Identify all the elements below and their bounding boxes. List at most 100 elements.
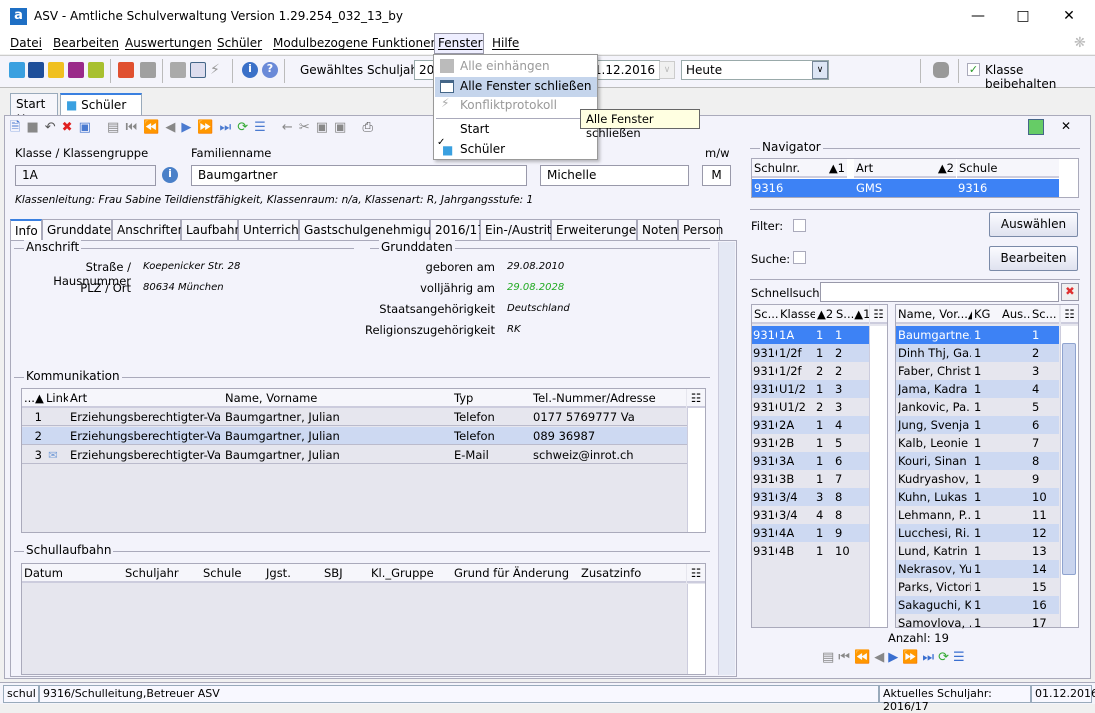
klasse-row[interactable]: 93162A 14 (752, 416, 869, 434)
column-chooser-icon[interactable]: ☷ (687, 564, 705, 583)
delete-icon[interactable]: ✖ (62, 120, 79, 135)
klasse-row[interactable]: 93163/4 38 (752, 488, 869, 506)
save-icon[interactable]: ■ (26, 120, 44, 135)
copy-icon[interactable]: ▣ (316, 120, 334, 135)
schueler-row[interactable]: Kuhn, Lukas 1 10 (896, 488, 1059, 506)
col-header[interactable]: Grund für Änderung (452, 564, 579, 583)
prev-icon[interactable]: ◀ (165, 120, 181, 135)
tab-info[interactable]: Info (10, 219, 42, 242)
schueler-row[interactable]: Samovlova, ...1 17 (896, 614, 1059, 632)
classes-icon[interactable] (48, 62, 64, 78)
col-header[interactable]: Kl._Gruppe (369, 564, 452, 583)
schueler-row[interactable]: Faber, Christ...1 3 (896, 362, 1059, 380)
col-header[interactable]: Typ (452, 389, 531, 408)
col-header[interactable]: Link (44, 389, 68, 408)
menu-modulbezogene-funktionen[interactable]: Modulbezogene Funktionen (273, 36, 438, 50)
klasse-row[interactable]: 93163B 17 (752, 470, 869, 488)
menu-hilfe[interactable]: Hilfe (492, 36, 519, 50)
schueler-row[interactable]: Jama, Kadra ...1 4 (896, 380, 1059, 398)
teachers-icon[interactable] (28, 62, 44, 78)
klasse-row[interactable]: 9316U1/2 13 (752, 380, 869, 398)
kommunikation-row[interactable]: 3 ✉ Erziehungsberechtigter-Vater Baumgartne… (22, 446, 687, 464)
col-schulnr[interactable]: Schulnr. ▲1 (752, 159, 847, 178)
filter-checkbox[interactable] (793, 219, 806, 232)
schueler-row[interactable]: Kouri, Sinan ...1 8 (896, 452, 1059, 470)
geschlecht-field[interactable]: M (702, 165, 731, 186)
print-icon[interactable]: ⎙ (362, 120, 378, 135)
details-icon[interactable]: ☰ (254, 120, 272, 135)
maximize-button[interactable]: □ (1000, 4, 1046, 28)
menu-datei[interactable]: Datei (10, 36, 42, 50)
col-header[interactable]: ...▲ (22, 389, 44, 408)
schule-row[interactable]: 9316 GMS 9316 (752, 179, 1059, 197)
list-icon[interactable]: ▤ (822, 650, 838, 665)
menu-auswertungen[interactable]: Auswertungen (125, 36, 212, 50)
help-icon[interactable]: ? (262, 62, 278, 78)
bearbeiten-button[interactable]: Bearbeiten (989, 246, 1078, 271)
kommunikation-row[interactable]: 1 Erziehungsberechtigter-Vater Baumgartner… (22, 408, 687, 426)
column-chooser-icon[interactable]: ☷ (870, 305, 887, 324)
tab-schueler[interactable]: ■ Schüler ✕ (60, 93, 142, 126)
fast-forward-icon[interactable]: ⏩ (197, 120, 219, 135)
refresh-navigator-icon[interactable] (1028, 119, 1044, 135)
menu-bearbeiten[interactable]: Bearbeiten (53, 36, 119, 50)
lock-icon[interactable] (933, 62, 949, 78)
new-record-icon[interactable]: 🗎 (10, 120, 26, 135)
schueler-row[interactable]: Nekrasov, Yuri1 14 (896, 560, 1059, 578)
fast-back-icon[interactable]: ⏪ (143, 120, 165, 135)
next-icon[interactable]: ▶ (181, 120, 197, 135)
col-header[interactable]: Sc... (752, 305, 778, 324)
col-header[interactable]: KG (972, 305, 1000, 324)
menu-item-alle-einhaengen[interactable]: Alle einhängen (435, 57, 597, 77)
schueler-row[interactable]: Parks, Victoria1 15 (896, 578, 1059, 596)
col-header[interactable]: Schule (201, 564, 264, 583)
klasse-field[interactable]: 1A (15, 165, 156, 186)
tab-gastschulgenehmigung[interactable]: Gastschulgenehmigung (299, 219, 446, 241)
fast-back-icon[interactable]: ⏪ (854, 650, 874, 665)
col-header[interactable]: Name, Vor...▲ (896, 305, 972, 324)
printer-list-icon[interactable] (140, 62, 156, 78)
scrollbar-thumb[interactable] (1062, 343, 1076, 575)
lightning-icon[interactable]: ⚡ (210, 62, 226, 78)
auswaehlen-button[interactable]: Auswählen (989, 212, 1078, 237)
familienname-field[interactable]: Baumgartner (191, 165, 527, 186)
klasse-beibehalten-checkbox[interactable]: ✓ (967, 63, 980, 76)
menu-fenster[interactable]: Fenster (438, 36, 483, 50)
date-dropdown-icon[interactable]: ∨ (659, 61, 675, 79)
col-header[interactable]: Art (68, 389, 223, 408)
col-schule[interactable]: Schule (957, 159, 1059, 178)
tab-anschriften[interactable]: Anschriften (112, 219, 185, 241)
tab-noten[interactable]: Noten (637, 219, 678, 241)
undo-icon[interactable]: ↶ (45, 120, 62, 135)
menu-item-konfliktprotokoll[interactable]: ⚡ Konfliktprotokoll (435, 96, 597, 116)
klasse-row[interactable]: 93164A 19 (752, 524, 869, 542)
column-chooser-icon[interactable]: ☷ (1061, 305, 1078, 324)
kommunikation-scrollbar[interactable] (687, 408, 705, 532)
tab-ein-austritt[interactable]: Ein-/Austritt (480, 219, 556, 241)
schueler-row[interactable]: Jankovic, Pa... 1 5 (896, 398, 1059, 416)
menu-item-alle-fenster-schliessen[interactable]: Alle Fenster schließen (435, 77, 597, 97)
paste-icon[interactable]: ▣ (334, 120, 352, 135)
klasse-row[interactable]: 93162B 15 (752, 434, 869, 452)
details-icon[interactable]: ☰ (953, 650, 969, 665)
tab-grunddaten[interactable]: Grunddaten (42, 219, 119, 241)
klasse-info-icon[interactable]: i (162, 167, 178, 183)
suche-checkbox[interactable] (793, 251, 806, 264)
schueler-row[interactable]: Lehmann, P... 1 11 (896, 506, 1059, 524)
info-icon[interactable]: i (242, 62, 258, 78)
attach-windows-icon[interactable] (170, 62, 186, 78)
back-arrow-icon[interactable]: ← (282, 120, 299, 135)
tab-erweiterungen[interactable]: Erweiterungen (551, 219, 644, 241)
minimize-button[interactable]: — (955, 4, 1001, 28)
schueler-row[interactable]: Lucchesi, Ri... 1 12 (896, 524, 1059, 542)
messages-icon[interactable] (88, 62, 104, 78)
schueler-row[interactable]: Baumgartne...11 (896, 326, 1059, 344)
col-header[interactable]: Klasse (778, 305, 815, 324)
last-icon[interactable]: ⏭ (220, 120, 238, 135)
kommunikation-row[interactable]: 2 Erziehungsberechtigter-Vater Baumgartner… (22, 427, 687, 445)
stichtag-dropdown-icon[interactable]: ∨ (812, 61, 828, 79)
refresh-icon[interactable]: ⟳ (938, 650, 953, 665)
column-chooser-icon[interactable]: ☷ (687, 389, 705, 408)
col-header[interactable]: SBJ (322, 564, 369, 583)
schueler-row[interactable]: Dinh Thj, Ga...1 2 (896, 344, 1059, 362)
